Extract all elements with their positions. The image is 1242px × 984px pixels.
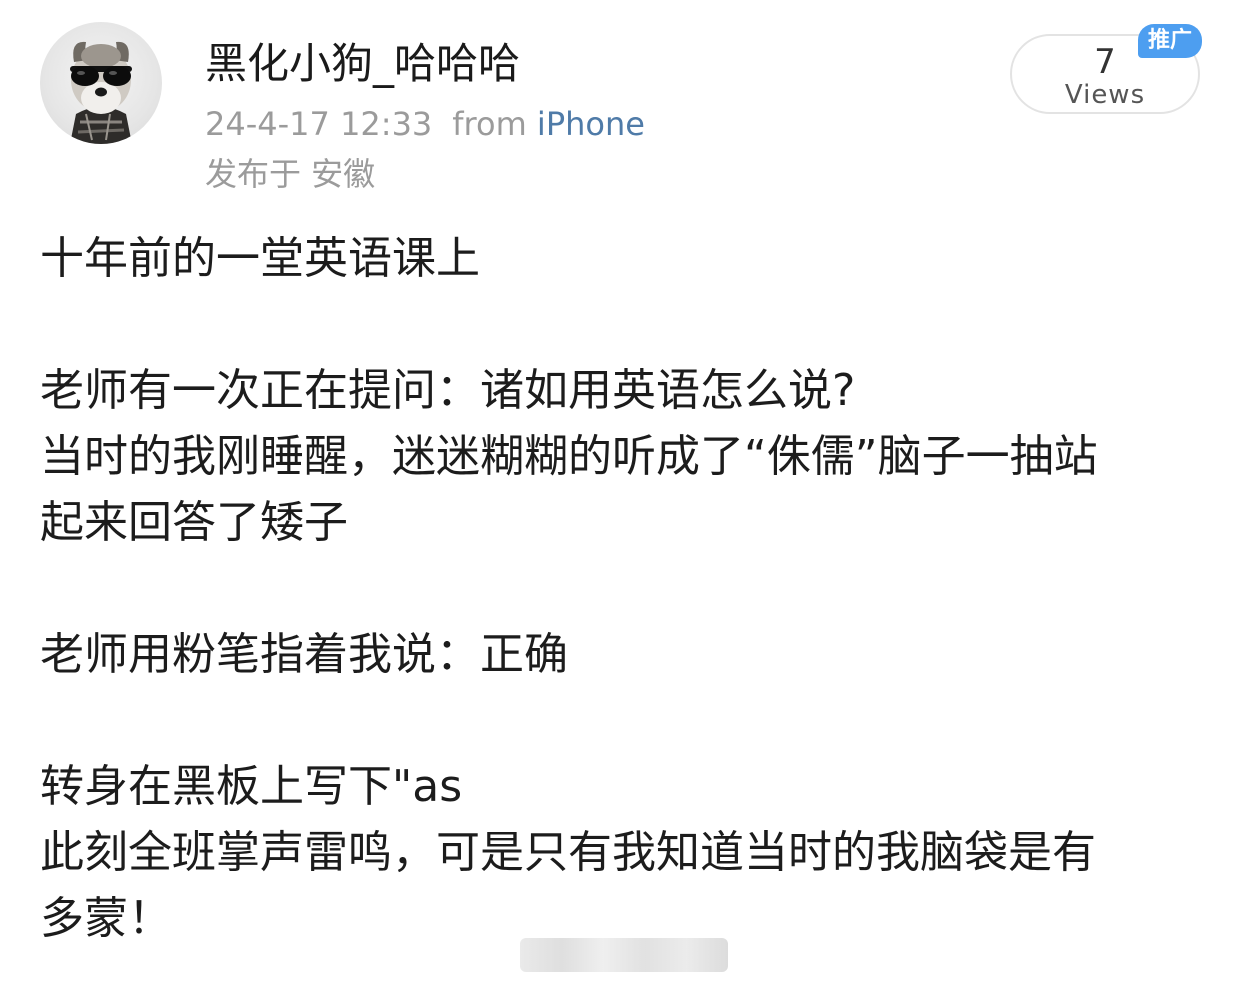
post-line: 老师用粉笔指着我说：正确 — [40, 629, 568, 680]
views-label: Views — [1064, 80, 1146, 110]
from-label: from — [452, 105, 527, 143]
dog-avatar-icon — [70, 41, 132, 144]
post-line: 起来回答了矮子 — [40, 497, 348, 548]
weibo-post-card: 黑化小狗_哈哈哈 24-4-17 12:33 from iPhone 发布于 安徽… — [0, 0, 1242, 984]
post-line: 当时的我刚睡醒，迷迷糊糊的听成了“侏儒”脑子一抽站 — [40, 431, 1098, 482]
post-datetime: 24-4-17 12:33 — [205, 105, 433, 143]
avatar[interactable] — [40, 22, 162, 144]
post-content: 十年前的一堂英语课上 老师有一次正在提问：诸如用英语怎么说? 当时的我刚睡醒，迷… — [40, 226, 1202, 952]
author-username[interactable]: 黑化小狗_哈哈哈 — [205, 36, 520, 92]
post-location: 发布于 安徽 — [205, 155, 376, 193]
post-line: 转身在黑板上写下"as — [40, 761, 463, 812]
post-line: 老师有一次正在提问：诸如用英语怎么说? — [40, 365, 856, 416]
obscured-watermark — [520, 938, 728, 972]
post-meta: 24-4-17 12:33 from iPhone — [205, 104, 645, 144]
post-line: 此刻全班掌声雷鸣，可是只有我知道当时的我脑袋是有 — [40, 827, 1096, 878]
promotion-badge: 推广 — [1138, 24, 1202, 58]
post-line: 十年前的一堂英语课上 — [40, 233, 480, 284]
device-link[interactable]: iPhone — [537, 105, 645, 143]
